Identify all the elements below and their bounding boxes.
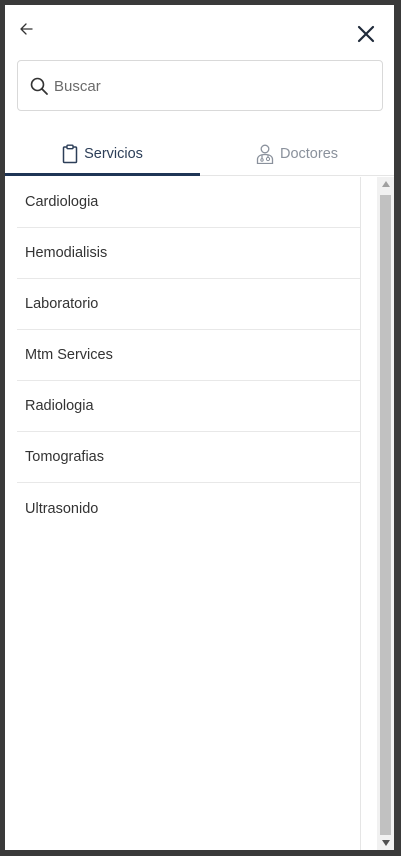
scroll-up-arrow[interactable]: [377, 181, 394, 193]
search-icon: [30, 77, 48, 95]
back-button[interactable]: [17, 19, 37, 39]
services-panel: Servicios Doctores Cardiologia Hemodiali…: [5, 5, 394, 850]
list-item-laboratorio[interactable]: Laboratorio: [17, 279, 360, 330]
close-icon: [357, 25, 375, 43]
list-item-cardiologia[interactable]: Cardiologia: [17, 177, 360, 228]
scroll-down-arrow[interactable]: [377, 834, 394, 846]
doctor-icon: [256, 144, 274, 164]
services-list: Cardiologia Hemodialisis Laboratorio Mtm…: [17, 177, 361, 850]
close-button[interactable]: [355, 23, 377, 45]
scroll-thumb[interactable]: [380, 195, 391, 835]
search-box: [17, 60, 383, 111]
search-input[interactable]: [54, 69, 374, 103]
tab-servicios-label: Servicios: [84, 146, 143, 162]
caret-up-icon: [381, 181, 390, 187]
caret-down-icon: [381, 840, 390, 846]
clipboard-icon: [62, 144, 78, 164]
list-item-mtm-services[interactable]: Mtm Services: [17, 330, 360, 381]
list-item-tomografias[interactable]: Tomografias: [17, 432, 360, 483]
tab-servicios[interactable]: Servicios: [5, 132, 200, 176]
list-item-radiologia[interactable]: Radiologia: [17, 381, 360, 432]
tab-doctores[interactable]: Doctores: [200, 132, 394, 176]
tab-bar: Servicios Doctores: [5, 132, 394, 176]
tab-doctores-label: Doctores: [279, 146, 339, 162]
arrow-left-icon: [20, 23, 33, 35]
active-tab-indicator: [5, 173, 200, 176]
scrollbar[interactable]: [377, 177, 394, 850]
list-item-ultrasonido[interactable]: Ultrasonido: [17, 483, 360, 534]
list-item-hemodialisis[interactable]: Hemodialisis: [17, 228, 360, 279]
